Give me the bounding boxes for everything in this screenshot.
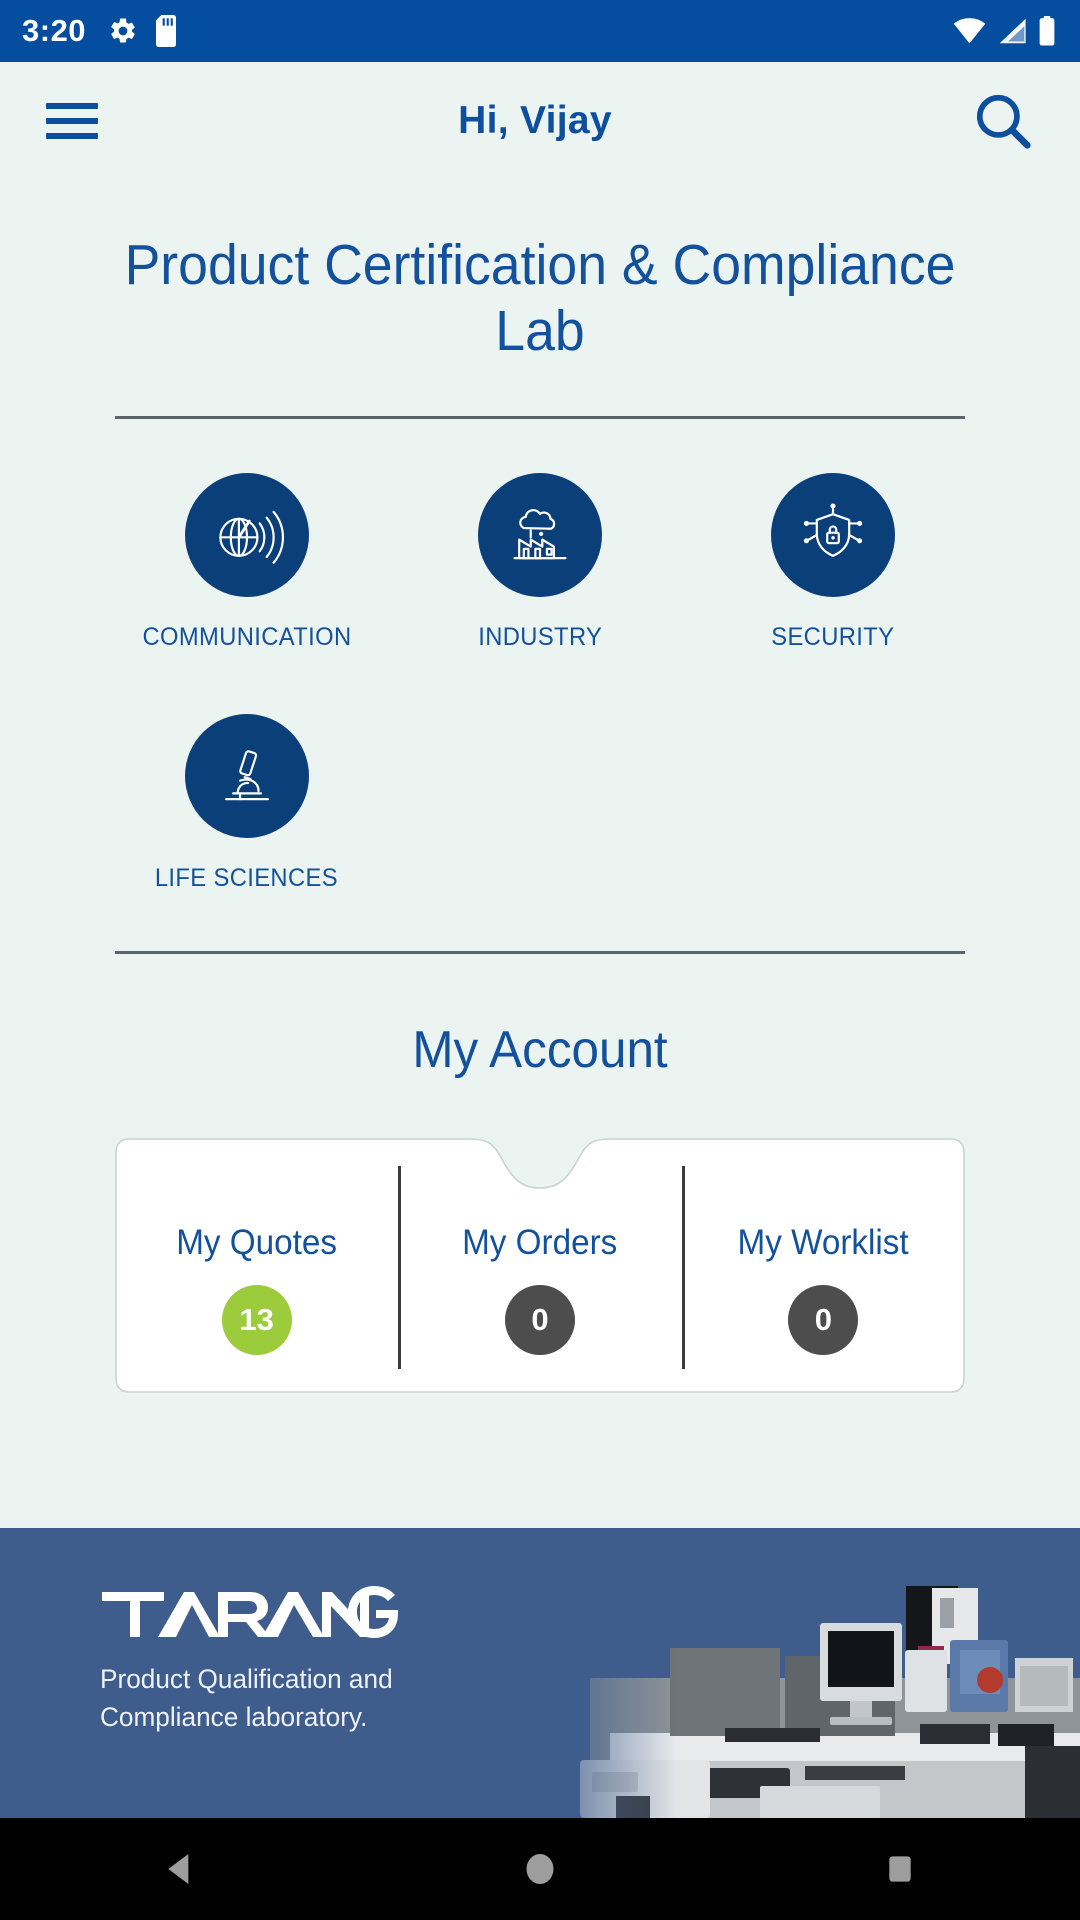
status-bar: 3:20 xyxy=(0,0,1080,62)
category-label: LIFE SCIENCES xyxy=(155,864,339,893)
page-title: Product Certification & Compliance Lab xyxy=(124,233,956,364)
status-badge: 0 xyxy=(504,1284,575,1355)
category-row-2: LIFE SCIENCES xyxy=(100,714,980,893)
tagline-line-2: Compliance laboratory. xyxy=(100,1702,368,1733)
factory-icon xyxy=(513,509,567,560)
wifi-icon xyxy=(953,18,986,44)
microscope-icon xyxy=(224,750,269,801)
status-badge: 0 xyxy=(788,1284,859,1355)
tarang-logo xyxy=(102,1586,398,1638)
status-bar-notification-icons xyxy=(108,15,180,47)
search-icon[interactable] xyxy=(972,90,1034,152)
account-item-my-quotes[interactable]: My Quotes 13 xyxy=(115,1138,398,1393)
category-icon-circle xyxy=(184,473,309,598)
divider-bottom xyxy=(115,951,965,955)
footer-banner: Product Qualification and Compliance lab… xyxy=(0,1528,1080,1818)
account-item-label: My Quotes xyxy=(176,1222,338,1262)
cellular-signal-icon xyxy=(999,18,1026,44)
laboratory-equipment-photo xyxy=(520,1528,1080,1818)
satellite-globe-icon xyxy=(218,510,284,565)
recents-square-icon xyxy=(889,1856,911,1882)
account-item-label: My Worklist xyxy=(737,1222,909,1262)
my-account-card: My Quotes 13 My Orders 0 My Worklist 0 xyxy=(115,1138,965,1394)
my-account-heading: My Account xyxy=(412,1021,668,1080)
category-grid: COMMUNICATION INDUSTRY SECURITY LIFE SCI… xyxy=(0,419,1080,893)
app-bar: Hi, Vijay xyxy=(0,62,1080,180)
category-label: INDUSTRY xyxy=(477,623,602,652)
category-row-1: COMMUNICATION INDUSTRY SECURITY xyxy=(100,473,980,652)
nav-recents-button[interactable] xyxy=(840,1853,960,1885)
home-circle-icon xyxy=(526,1854,554,1884)
account-item-label: My Orders xyxy=(462,1222,618,1262)
tagline-line-1: Product Qualification and xyxy=(100,1664,393,1694)
category-label: COMMUNICATION xyxy=(142,623,352,652)
gear-icon xyxy=(111,18,135,43)
android-navigation-bar xyxy=(0,1818,1080,1920)
greeting-text: Hi, Vijay xyxy=(458,99,612,142)
status-bar-clock: 3:20 xyxy=(22,13,87,48)
hamburger-menu-icon[interactable] xyxy=(46,103,98,139)
category-spacer xyxy=(687,714,980,893)
my-account-columns: My Quotes 13 My Orders 0 My Worklist 0 xyxy=(115,1138,965,1393)
banner-tagline: Product Qualification and Compliance lab… xyxy=(100,1660,393,1737)
category-icon-circle xyxy=(477,473,602,598)
category-icon-circle xyxy=(184,714,309,839)
app-screen: 3:20 Hi, Vijay Product Certification & C… xyxy=(0,0,1080,1920)
status-bar-system-icons xyxy=(953,0,1056,62)
account-item-my-worklist[interactable]: My Worklist 0 xyxy=(681,1138,965,1393)
category-spacer xyxy=(393,714,686,893)
nav-back-button[interactable] xyxy=(120,1849,240,1889)
category-icon-circle xyxy=(771,473,896,598)
category-industry[interactable]: INDUSTRY xyxy=(393,473,686,652)
sd-card-icon xyxy=(156,15,177,47)
battery-icon xyxy=(1039,16,1055,46)
account-item-my-orders[interactable]: My Orders 0 xyxy=(398,1138,681,1393)
category-life-sciences[interactable]: LIFE SCIENCES xyxy=(100,714,393,893)
category-label: SECURITY xyxy=(771,623,895,652)
category-security[interactable]: SECURITY xyxy=(687,473,980,652)
nav-home-button[interactable] xyxy=(480,1851,600,1887)
category-communication[interactable]: COMMUNICATION xyxy=(100,473,393,652)
status-badge: 13 xyxy=(221,1284,292,1355)
shield-lock-network-icon xyxy=(804,503,863,558)
banner-text-block: Product Qualification and Compliance lab… xyxy=(100,1584,402,1737)
back-triangle-icon xyxy=(168,1854,189,1884)
